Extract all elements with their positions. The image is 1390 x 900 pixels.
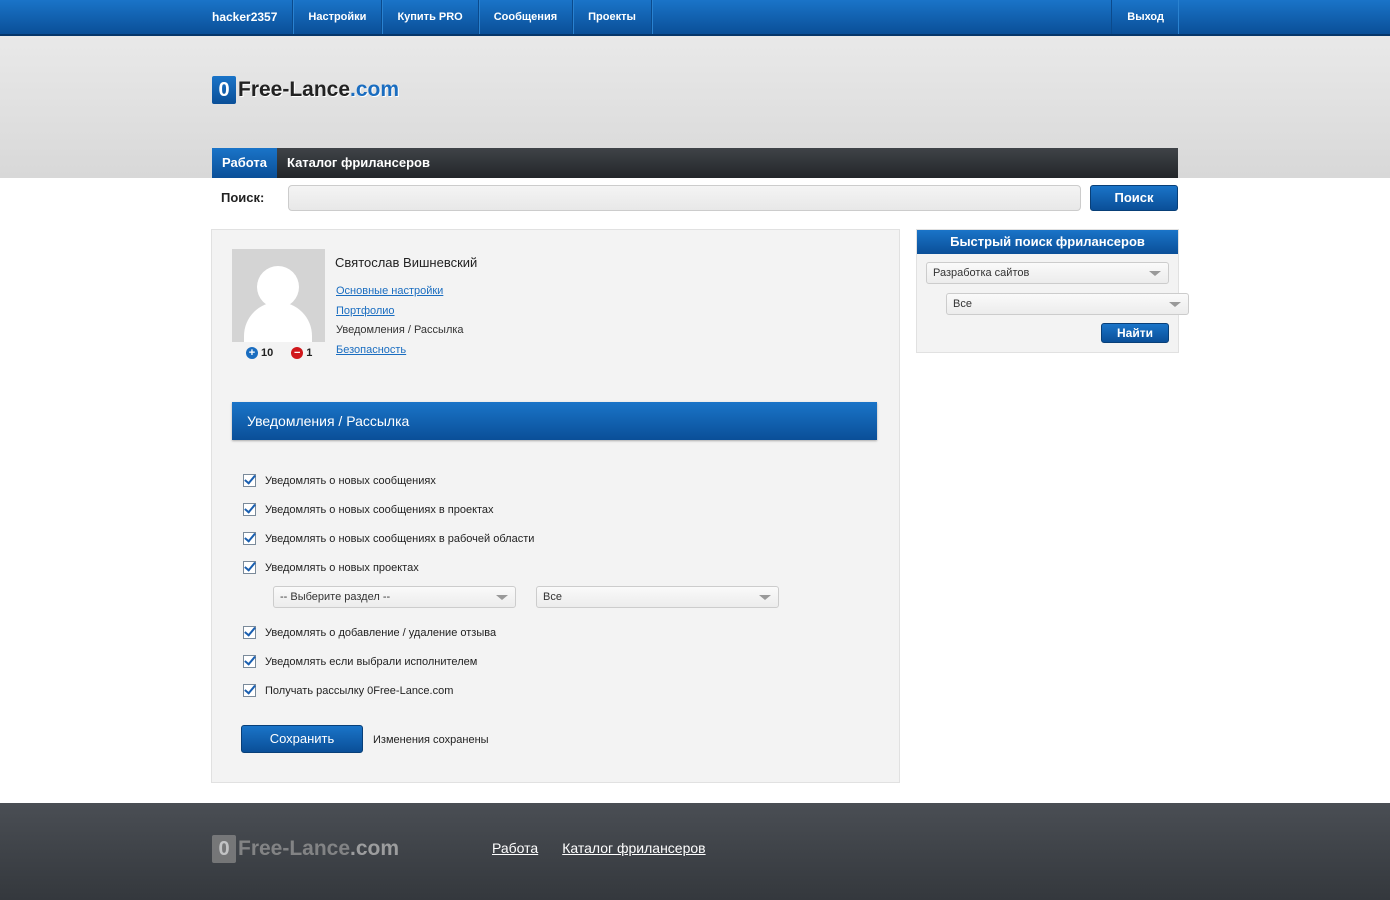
footer-logo-name: Free-Lance <box>238 837 351 860</box>
checkbox-selected-as-executor[interactable] <box>243 655 256 668</box>
search-label: Поиск: <box>221 190 265 205</box>
subsection-select[interactable]: Все <box>536 586 779 608</box>
search-button[interactable]: Поиск <box>1090 185 1178 211</box>
nav-username[interactable]: hacker2357 <box>212 0 294 34</box>
subcategory-select[interactable]: Все <box>946 293 1189 315</box>
checkbox-row: Уведомлять о новых проектах <box>243 553 534 582</box>
main-tabs: Работа Каталог фрилансеров <box>212 148 1178 178</box>
avatar <box>232 249 325 342</box>
section-select-value: -- Выберите раздел -- <box>280 591 391 603</box>
project-filter-selects: -- Выберите раздел -- Все <box>273 586 779 608</box>
tab-work[interactable]: Работа <box>212 148 277 178</box>
checkbox-project-messages[interactable] <box>243 503 256 516</box>
saved-status-text: Изменения сохранены <box>373 734 489 746</box>
subcategory-select-value: Все <box>953 298 972 310</box>
chevron-down-icon <box>759 595 771 600</box>
checkbox-label: Получать рассылку 0Free-Lance.com <box>265 684 454 697</box>
notification-checklist: Уведомлять о новых сообщениях Уведомлять… <box>243 466 534 582</box>
checkbox-label: Уведомлять о новых сообщениях в проектах <box>265 503 494 516</box>
logo-domain: .com <box>350 78 400 101</box>
menu-portfolio[interactable]: Портфолио <box>336 302 464 322</box>
chevron-down-icon <box>496 595 508 600</box>
checkbox-row: Уведомлять о новых сообщениях в проектах <box>243 495 534 524</box>
search-input[interactable] <box>288 185 1081 211</box>
checkbox-newsletter[interactable] <box>243 684 256 697</box>
save-button[interactable]: Сохранить <box>241 725 363 753</box>
checkbox-new-messages[interactable] <box>243 474 256 487</box>
top-navigation-bar: hacker2357 Настройки Купить PRO Сообщени… <box>0 0 1390 36</box>
footer-logo[interactable]: 0 Free-Lance .com <box>212 835 399 863</box>
checkbox-row: Уведомлять о добавление / удаление отзыв… <box>243 618 496 647</box>
footer-link-work[interactable]: Работа <box>492 840 538 856</box>
footer-link-catalog[interactable]: Каталог фрилансеров <box>562 840 705 856</box>
checkbox-review-changes[interactable] <box>243 626 256 639</box>
category-select-value: Разработка сайтов <box>933 267 1030 279</box>
minus-icon: − <box>291 347 304 359</box>
logout-link[interactable]: Выход <box>1111 0 1179 34</box>
category-select[interactable]: Разработка сайтов <box>926 262 1169 284</box>
avatar-body-shape <box>244 302 312 342</box>
checkbox-row: Уведомлять если выбрали исполнителем <box>243 647 496 676</box>
logo-zero: 0 <box>212 76 236 104</box>
section-title: Уведомления / Рассылка <box>232 402 877 440</box>
quick-search-title: Быстрый поиск фрилансеров <box>917 230 1178 254</box>
checkbox-row: Уведомлять о новых сообщениях в рабочей … <box>243 524 534 553</box>
logo-name: Free-Lance <box>238 78 351 101</box>
profile-menu: Основные настройки Портфолио Уведомления… <box>336 282 464 360</box>
footer: 0 Free-Lance .com Работа Каталог фриланс… <box>0 803 1390 900</box>
checkbox-label: Уведомлять если выбрали исполнителем <box>265 655 478 668</box>
rating-minus-count: 1 <box>306 347 313 359</box>
subsection-select-value: Все <box>543 591 562 603</box>
nav-buy-pro[interactable]: Купить PRO <box>382 0 479 34</box>
checkbox-label: Уведомлять о новых сообщениях в рабочей … <box>265 532 535 545</box>
rating-plus-count: 10 <box>261 347 274 359</box>
quick-search-panel: Быстрый поиск фрилансеров Разработка сай… <box>916 229 1189 353</box>
checkbox-label: Уведомлять о добавление / удаление отзыв… <box>265 626 497 639</box>
menu-security[interactable]: Безопасность <box>336 341 464 361</box>
checkbox-label: Уведомлять о новых проектах <box>265 561 419 574</box>
top-nav: hacker2357 Настройки Купить PRO Сообщени… <box>212 0 1179 34</box>
nav-settings[interactable]: Настройки <box>293 0 383 34</box>
chevron-down-icon <box>1149 271 1161 276</box>
nav-projects[interactable]: Проекты <box>573 0 652 34</box>
checkbox-new-projects[interactable] <box>243 561 256 574</box>
checkbox-row: Уведомлять о новых сообщениях <box>243 466 534 495</box>
find-button[interactable]: Найти <box>1101 323 1169 343</box>
nav-messages[interactable]: Сообщения <box>479 0 574 34</box>
plus-icon: + <box>246 347 258 359</box>
profile-name: Святослав Вишневский <box>335 255 478 270</box>
footer-logo-domain: .com <box>350 837 400 860</box>
site-logo[interactable]: 0 Free-Lance .com <box>212 76 399 104</box>
checkbox-label: Уведомлять о новых сообщениях <box>265 474 436 487</box>
menu-basic-settings[interactable]: Основные настройки <box>336 282 464 302</box>
footer-links: Работа Каталог фрилансеров <box>492 840 730 856</box>
tab-freelancer-catalog[interactable]: Каталог фрилансеров <box>277 148 440 178</box>
header: 0 Free-Lance .com Работа Каталог фриланс… <box>0 36 1390 178</box>
section-select[interactable]: -- Выберите раздел -- <box>273 586 516 608</box>
checkbox-workspace-messages[interactable] <box>243 532 256 545</box>
user-rating: + 10 − 1 <box>246 347 312 359</box>
checkbox-row: Получать рассылку 0Free-Lance.com <box>243 676 496 705</box>
notification-checklist-2: Уведомлять о добавление / удаление отзыв… <box>243 618 496 705</box>
menu-notifications-current: Уведомления / Рассылка <box>336 324 464 336</box>
settings-panel: + 10 − 1 Святослав Вишневский Основные н… <box>211 229 900 783</box>
footer-logo-zero: 0 <box>212 835 236 863</box>
chevron-down-icon <box>1169 302 1181 307</box>
